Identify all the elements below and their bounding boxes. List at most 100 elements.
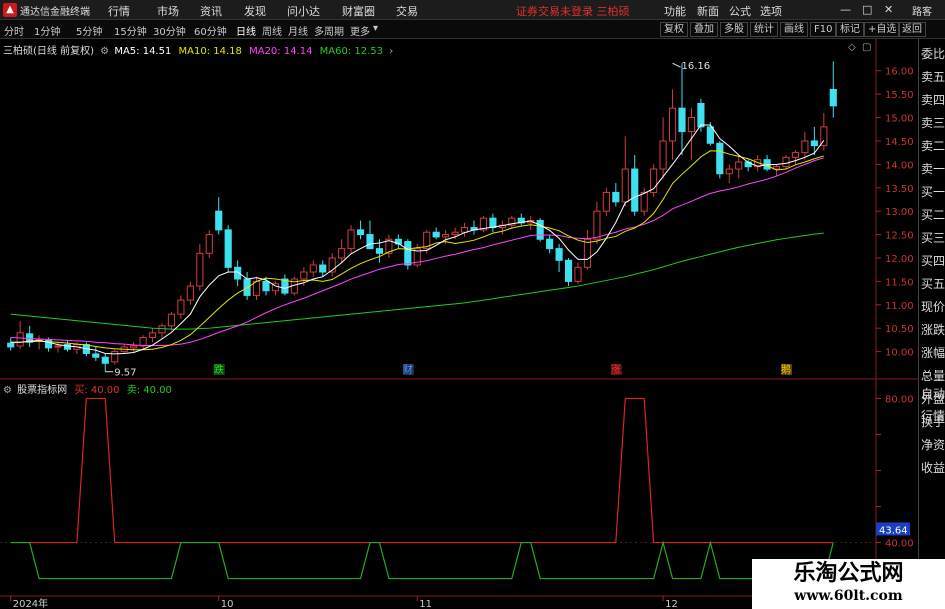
quote-side-panel: 委比 卖五 卖四 卖三 卖二 卖一 买一 买二 买三 买四 买五 现价 涨跌 涨幅 总量 外盘 换手 净资 收益 自动…: [918, 39, 945, 609]
period-60min[interactable]: 60分钟: [194, 23, 227, 38]
menu-item-xuanxiang[interactable]: 选项: [760, 3, 782, 19]
candle-body: [158, 325, 166, 334]
biaoji-button[interactable]: 标记: [836, 22, 864, 37]
period-multi[interactable]: 多周期: [314, 23, 344, 38]
candle-body: [716, 142, 724, 175]
menu-item-hangqing[interactable]: 行情: [108, 3, 130, 19]
y-tick-label: 11.00: [885, 301, 914, 312]
side-label: 买一: [921, 185, 945, 199]
x-tick-label: 11: [419, 599, 432, 609]
huaxian-button[interactable]: 画线: [780, 22, 808, 37]
candle-body: [186, 285, 194, 301]
side-label: 涨跌: [921, 323, 945, 337]
sub-y-tick-label: 40.00: [885, 539, 914, 550]
period-daily[interactable]: 日线: [236, 23, 256, 38]
candle-body: [555, 248, 563, 261]
candle-body: [546, 238, 554, 250]
ma20-label: MA20: 14.14: [249, 46, 313, 57]
side-label: 买二: [921, 208, 945, 222]
period-monthly[interactable]: 月线: [288, 23, 308, 38]
menu-item-jiaoyi[interactable]: 交易: [396, 3, 418, 19]
menu-item-faxian[interactable]: 发现: [244, 3, 266, 19]
y-tick-label: 12.00: [885, 254, 914, 265]
menu-item-zixun[interactable]: 资讯: [200, 3, 222, 19]
side-label: 委比: [921, 47, 945, 61]
x-tick-label: 2024年: [13, 597, 48, 609]
ma60-label: MA60: 12.53: [319, 46, 384, 57]
menu-item-shichang[interactable]: 市场: [157, 3, 179, 19]
stock-name: 三柏硕(日线 前复权): [3, 46, 94, 57]
x-tick-label: 10: [221, 599, 234, 609]
maximize-icon[interactable]: □: [862, 3, 872, 16]
gear-icon[interactable]: ⚙: [3, 385, 12, 396]
annotation-label: 16.16: [682, 61, 711, 72]
candle-body: [460, 227, 469, 233]
candle-body: [404, 241, 412, 266]
candle-body: [668, 107, 677, 142]
candle-body: [7, 342, 15, 348]
kline-chart[interactable]: 16.16 9.57 跌 财 涨 鹅 10.00 10.50 11.00 11.50 12.00 1…: [0, 39, 918, 609]
candle-body: [829, 88, 837, 107]
f10-button[interactable]: F10: [810, 22, 837, 37]
back-button[interactable]: 返回: [898, 22, 926, 37]
menu-item-caifuquan[interactable]: 财富圈: [342, 3, 375, 19]
annotation-label: 9.57: [114, 368, 136, 379]
candle-body: [621, 168, 629, 203]
diamond-icon[interactable]: ◇: [848, 42, 856, 53]
candle-body: [366, 234, 374, 250]
side-label: 卖五: [921, 70, 945, 84]
chevron-down-icon[interactable]: ▾: [373, 23, 378, 34]
duogu-button[interactable]: 多股: [720, 22, 748, 37]
y-tick-label: 11.50: [885, 277, 914, 288]
indicator-name: 股票指标网: [17, 385, 68, 396]
period-weekly[interactable]: 周线: [262, 23, 282, 38]
period-30min[interactable]: 30分钟: [153, 23, 186, 38]
login-notice[interactable]: 证券交易未登录 三柏硕: [516, 3, 630, 19]
period-15min[interactable]: 15分钟: [114, 23, 147, 38]
candle-body: [489, 217, 497, 229]
candle-body: [791, 152, 800, 158]
candle-body: [782, 156, 790, 168]
candle-body: [167, 313, 176, 327]
minimize-icon[interactable]: —: [840, 3, 851, 16]
candle-body: [536, 220, 544, 240]
candle-body: [375, 248, 384, 254]
menu-item-wenxiaoda[interactable]: 问小达: [287, 3, 320, 19]
period-fenshi[interactable]: 分时: [4, 23, 24, 38]
period-more[interactable]: 更多: [350, 23, 370, 38]
ma10-label: MA10: 14.18: [178, 46, 242, 57]
period-5min[interactable]: 5分钟: [76, 23, 102, 38]
y-tick-label: 16.00: [885, 67, 914, 78]
fuquan-button[interactable]: 复权: [660, 22, 688, 37]
y-tick-label: 10.00: [885, 348, 914, 359]
candle-body: [262, 280, 270, 292]
close-icon[interactable]: ✕: [884, 3, 893, 16]
candle-body: [139, 337, 147, 347]
panel-close-icon[interactable]: ▢: [862, 42, 871, 53]
gear-icon[interactable]: ⚙: [100, 46, 109, 57]
menu-item-gongneng[interactable]: 功能: [664, 3, 686, 19]
y-tick-label: 14.00: [885, 160, 914, 171]
period-1min[interactable]: 1分钟: [34, 23, 60, 38]
side-label: 卖四: [921, 93, 945, 107]
diejia-button[interactable]: 叠加: [690, 22, 718, 37]
candle-body: [54, 345, 62, 348]
y-tick-label: 10.50: [885, 324, 914, 335]
tongji-button[interactable]: 统计: [750, 22, 778, 37]
candle-body: [92, 353, 100, 358]
candle-body: [300, 271, 308, 280]
candle-body: [309, 264, 317, 273]
candle-body: [101, 356, 109, 364]
chat-link[interactable]: 路客: [912, 3, 932, 18]
candle-body: [631, 168, 639, 212]
side-label: 自动: [921, 387, 945, 401]
candle-body: [243, 278, 251, 296]
menu-item-xinmian[interactable]: 新面: [697, 3, 719, 19]
indicator-sell-line: [10, 540, 834, 580]
side-label: 行情: [921, 409, 945, 423]
chevron-right-icon[interactable]: ›: [389, 46, 393, 57]
menu-item-gongshi[interactable]: 公式: [729, 3, 751, 19]
watermark-url: www.60lt.com: [794, 588, 903, 604]
side-label: 买四: [921, 254, 945, 268]
add-watchlist-button[interactable]: +自选: [864, 22, 901, 37]
